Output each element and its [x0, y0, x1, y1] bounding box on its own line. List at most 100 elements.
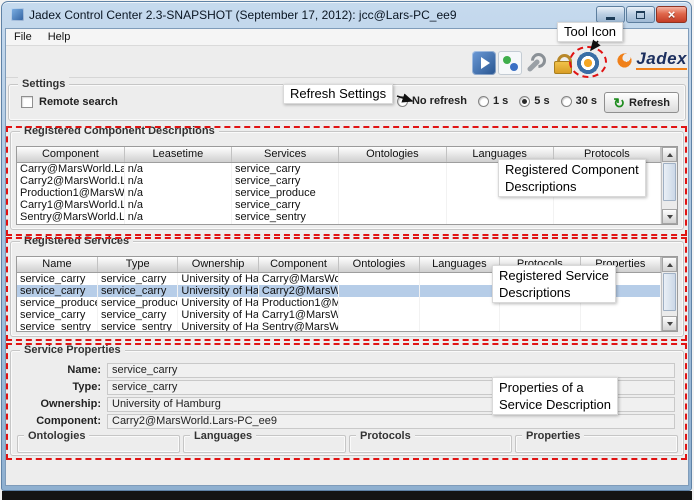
table-row[interactable]: service_carryservice_carryUniversity of … — [17, 309, 661, 321]
refresh-option-5-s[interactable]: 5 s — [519, 95, 549, 107]
starter-icon[interactable] — [472, 51, 496, 75]
refresh-button[interactable]: ↻ Refresh — [604, 92, 679, 113]
table-cell[interactable] — [124, 223, 231, 225]
table-cell[interactable] — [339, 199, 446, 211]
table-cell[interactable] — [419, 272, 499, 285]
table-cell[interactable] — [339, 272, 419, 285]
table-cell[interactable]: University of Ha... — [178, 272, 258, 285]
table-cell[interactable]: service_carry — [232, 162, 339, 175]
close-button[interactable]: × — [656, 6, 687, 23]
column-header-component[interactable]: Component — [258, 257, 338, 272]
table-cell[interactable]: service_carry — [97, 309, 177, 321]
remote-search-checkbox[interactable]: Remote search — [21, 96, 118, 108]
table-cell[interactable]: n/a — [124, 175, 231, 187]
column-header-component[interactable]: Component — [17, 147, 124, 162]
table-cell[interactable] — [580, 309, 660, 321]
scroll-up-button[interactable] — [662, 147, 677, 162]
table-cell[interactable]: n/a — [124, 162, 231, 175]
table-cell[interactable]: n/a — [124, 199, 231, 211]
minimize-button[interactable] — [596, 6, 625, 23]
table-cell[interactable]: Carry1@MarsWorld.La... — [17, 199, 124, 211]
table-cell[interactable]: service_carry — [17, 272, 97, 285]
table-row[interactable]: Sentry@MarsWorld.La...n/aservice_sentry — [17, 211, 661, 223]
table-cell[interactable] — [419, 321, 499, 332]
column-header-leasetime[interactable]: Leasetime — [124, 147, 231, 162]
table-cell[interactable] — [500, 309, 580, 321]
column-header-type[interactable]: Type — [97, 257, 177, 272]
menu-file[interactable]: File — [6, 30, 40, 44]
table-cell[interactable] — [339, 321, 419, 332]
table-cell[interactable]: service_carry — [97, 272, 177, 285]
column-header-name[interactable]: Name — [17, 257, 97, 272]
security-lock-icon[interactable] — [550, 51, 574, 75]
table-cell[interactable]: service_sentry — [17, 321, 97, 332]
components-tool-icon[interactable] — [498, 51, 522, 75]
scrollbar-thumb[interactable] — [663, 163, 676, 201]
table-cell[interactable] — [339, 285, 419, 297]
table-cell[interactable]: Sentry@MarsW... — [258, 321, 338, 332]
tools-wrench-icon[interactable] — [524, 51, 548, 75]
table-cell[interactable]: service_sentry — [97, 321, 177, 332]
table-cell[interactable]: service_carry — [232, 175, 339, 187]
refresh-option-30-s[interactable]: 30 s — [561, 95, 597, 107]
table-cell[interactable] — [339, 162, 446, 175]
table-cell[interactable]: Carry1@MarsW... — [258, 309, 338, 321]
component-field[interactable]: Carry2@MarsWorld.Lars-PC_ee9 — [107, 414, 675, 429]
table-cell[interactable]: service_produce — [17, 297, 97, 309]
maximize-button[interactable] — [626, 6, 655, 23]
column-header-ontologies[interactable]: Ontologies — [339, 257, 419, 272]
table-cell[interactable]: service_carry — [17, 285, 97, 297]
table-cell[interactable]: service_sentry — [232, 211, 339, 223]
table-cell[interactable]: University of Ha... — [178, 285, 258, 297]
column-header-services[interactable]: Services — [232, 147, 339, 162]
table-cell[interactable]: Carry@MarsWorld.Lar... — [17, 162, 124, 175]
table-cell[interactable] — [446, 211, 553, 223]
services-scrollbar[interactable] — [661, 257, 677, 331]
column-header-ownership[interactable]: Ownership — [178, 257, 258, 272]
table-row[interactable]: Carry1@MarsWorld.La...n/aservice_carry — [17, 199, 661, 211]
table-cell[interactable] — [419, 309, 499, 321]
table-cell[interactable] — [339, 309, 419, 321]
column-header-ontologies[interactable]: Ontologies — [339, 147, 446, 162]
table-cell[interactable] — [339, 297, 419, 309]
df-tool-icon[interactable] — [576, 51, 600, 75]
scroll-down-button[interactable] — [662, 209, 677, 224]
refresh-option-1-s[interactable]: 1 s — [478, 95, 508, 107]
table-cell[interactable] — [339, 187, 446, 199]
table-cell[interactable] — [500, 321, 580, 332]
table-cell[interactable]: Carry2@MarsW... — [258, 285, 338, 297]
table-cell[interactable]: Sentry@MarsWorld.La... — [17, 211, 124, 223]
scroll-down-button[interactable] — [662, 316, 677, 331]
refresh-option-no-refresh[interactable]: No refresh — [397, 95, 467, 107]
table-cell[interactable] — [419, 297, 499, 309]
table-cell[interactable] — [553, 199, 660, 211]
table-cell[interactable]: service_produce — [97, 297, 177, 309]
name-field[interactable]: service_carry — [107, 363, 675, 378]
table-cell[interactable]: University of Ha... — [178, 321, 258, 332]
table-row[interactable] — [17, 223, 661, 225]
table-cell[interactable]: service_carry — [97, 285, 177, 297]
table-cell[interactable]: Carry2@MarsWorld.La... — [17, 175, 124, 187]
table-row[interactable]: service_sentryservice_sentryUniversity o… — [17, 321, 661, 332]
table-cell[interactable]: Production1@MarsWo... — [17, 187, 124, 199]
table-cell[interactable] — [339, 175, 446, 187]
table-cell[interactable]: University of Ha... — [178, 309, 258, 321]
table-cell[interactable]: Carry@MarsWor... — [258, 272, 338, 285]
scrollbar-thumb[interactable] — [663, 273, 676, 311]
table-cell[interactable]: service_carry — [232, 199, 339, 211]
components-scrollbar[interactable] — [661, 147, 677, 224]
table-cell[interactable]: service_carry — [17, 309, 97, 321]
menu-help[interactable]: Help — [40, 30, 79, 44]
column-header-languages[interactable]: Languages — [419, 257, 499, 272]
table-cell[interactable]: n/a — [124, 187, 231, 199]
table-cell[interactable] — [339, 211, 446, 223]
table-cell[interactable] — [232, 223, 339, 225]
table-cell[interactable] — [419, 285, 499, 297]
table-cell[interactable]: University of Ha... — [178, 297, 258, 309]
table-cell[interactable]: n/a — [124, 211, 231, 223]
scroll-up-button[interactable] — [662, 257, 677, 272]
table-cell[interactable] — [17, 223, 124, 225]
table-cell[interactable] — [446, 223, 553, 225]
table-cell[interactable] — [553, 223, 660, 225]
table-cell[interactable] — [553, 211, 660, 223]
